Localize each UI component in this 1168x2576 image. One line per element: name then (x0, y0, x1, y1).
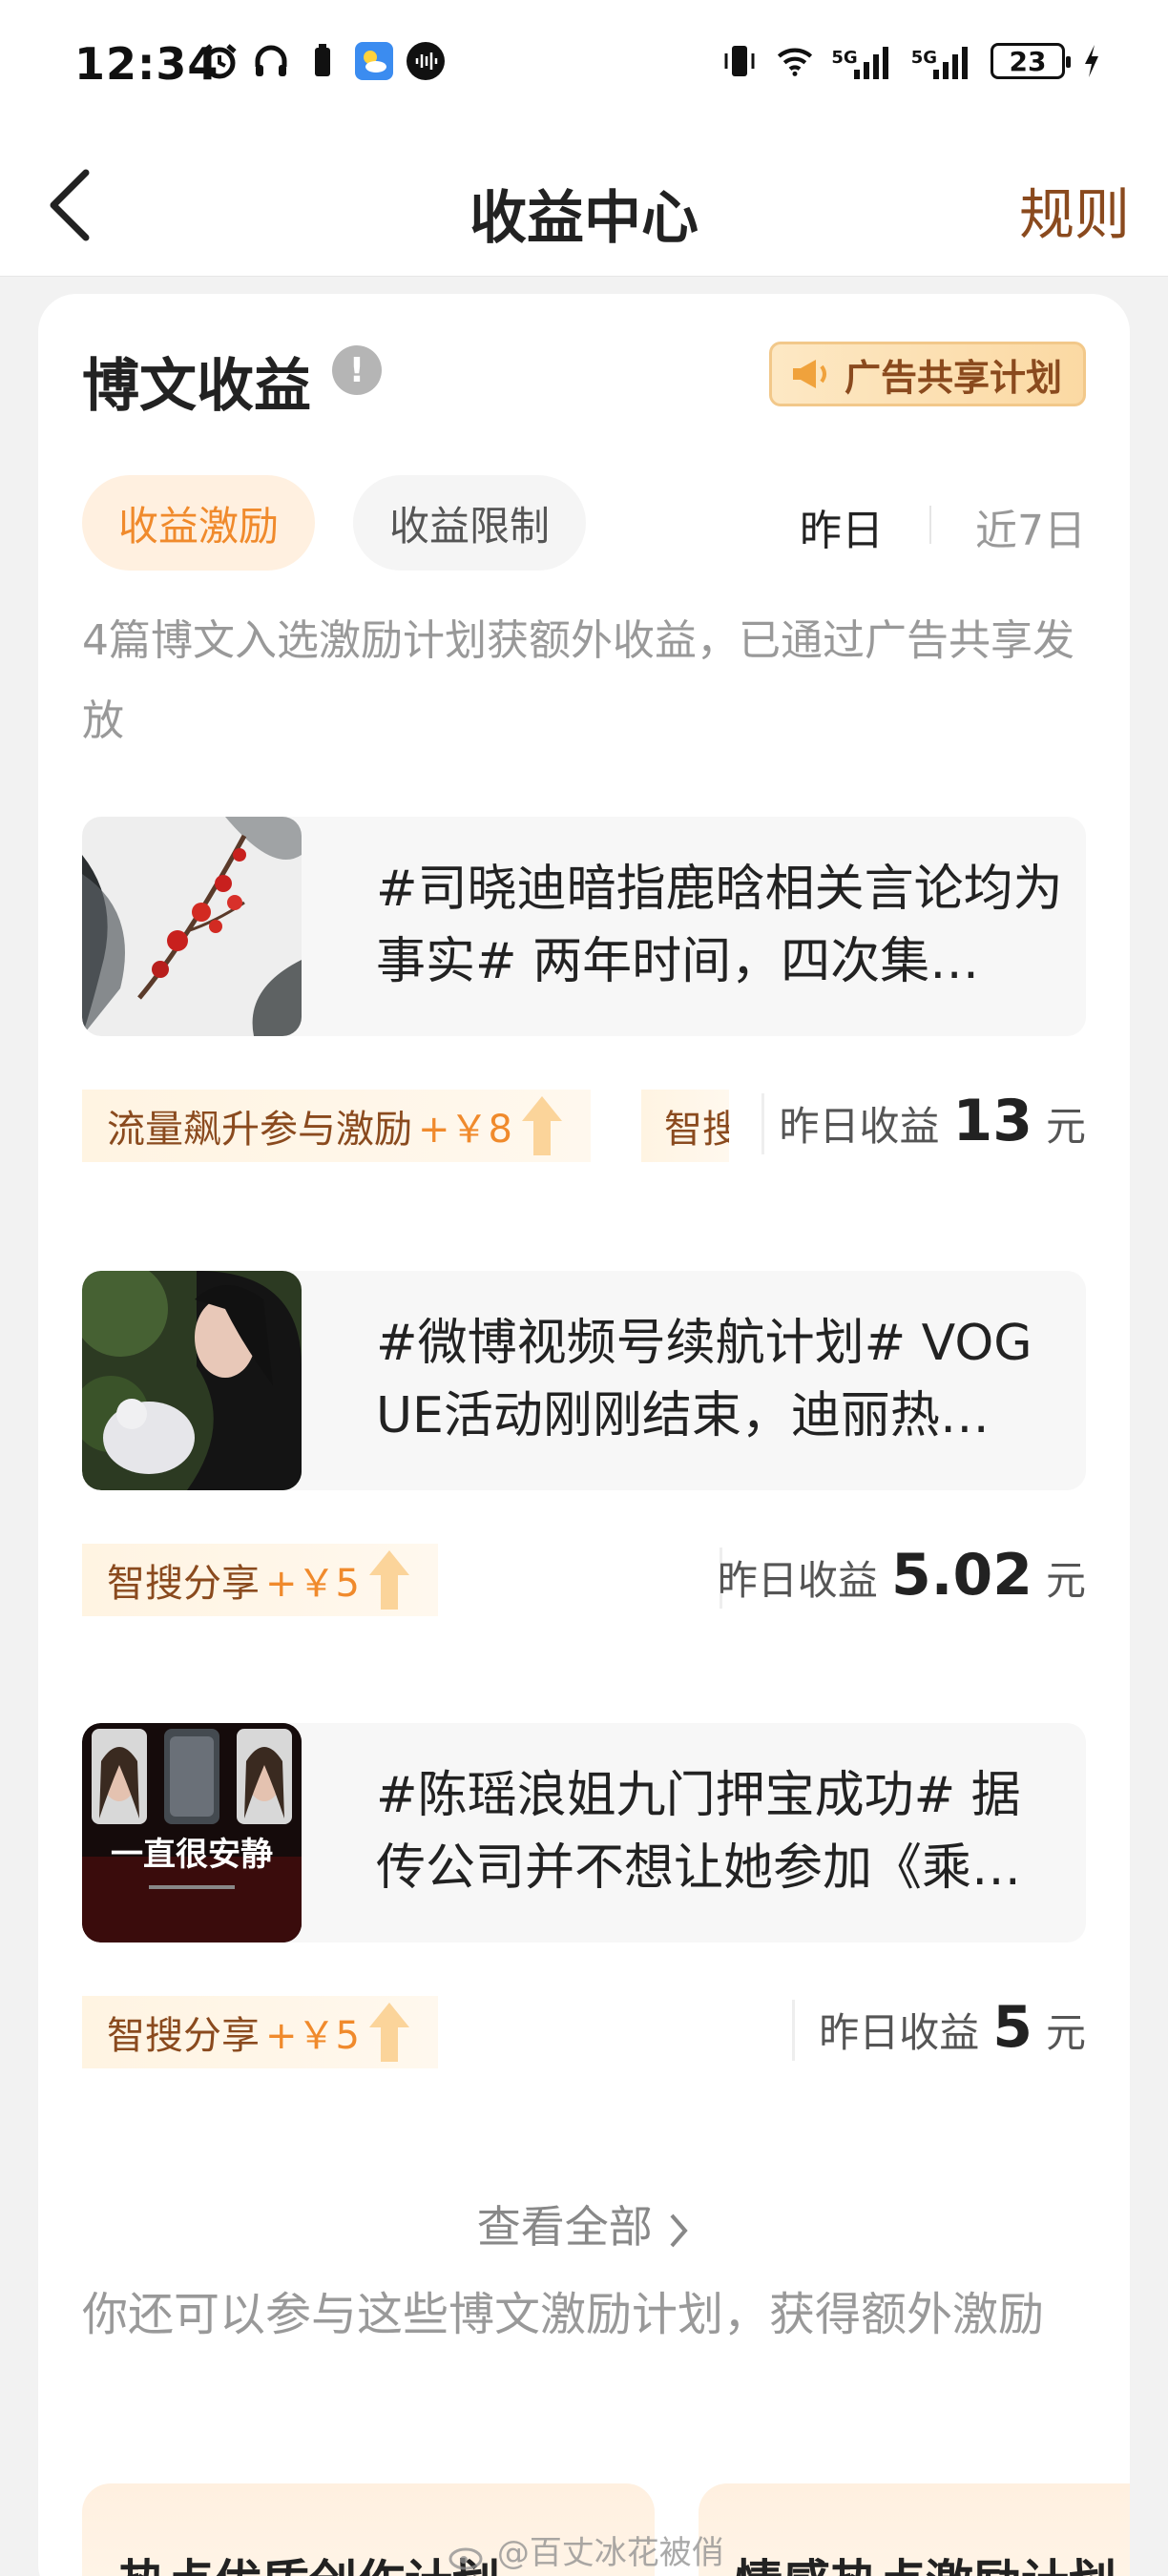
view-all-label: 查看全部 (476, 2201, 653, 2253)
incentive-tag: 智搜 (641, 1090, 729, 1162)
post-text: #司晓迪暗指鹿晗相关言论均为事实# 两年时间，四次集… (376, 861, 1063, 990)
earn-label: 昨日收益 (819, 2009, 980, 2056)
plan-label: 情感热点激励计划 (735, 2555, 1116, 2576)
voice-icon (407, 42, 445, 80)
earn-amount: 5 (992, 1994, 1032, 2061)
rules-link[interactable]: 规则 (1019, 170, 1130, 250)
page-title: 收益中心 (469, 185, 699, 252)
arrow-up-icon (368, 2003, 409, 2062)
watermark: @百丈冰花被俏 (448, 2526, 724, 2573)
post-row[interactable]: #微博视频号续航计划# VOGUE活动刚刚结束，迪丽热… (82, 1271, 1086, 1490)
signal-5g-icon: 5G (911, 43, 973, 79)
signal-5g-icon: 5G (831, 43, 893, 79)
post-thumbnail (82, 1271, 302, 1490)
tag-name: 智搜分享 (107, 1562, 260, 1606)
yesterday-earnings: 昨日收益 13 元 (779, 1088, 1086, 1154)
period-yesterday[interactable]: 昨日 (800, 496, 884, 557)
post-text: #微博视频号续航计划# VOGUE活动刚刚结束，迪丽热… (376, 1315, 1032, 1444)
earnings-card: 博文收益 ! 广告共享计划 收益激励 收益限制 昨日 近7日 4篇博文入选激励计… (38, 294, 1130, 2576)
charging-icon (1082, 42, 1101, 80)
tag-name: 流量飙升参与激励 (107, 1108, 412, 1152)
tab-earnings-limit[interactable]: 收益限制 (353, 475, 587, 571)
tag-name: 智搜分享 (107, 2014, 260, 2058)
incentive-tag: 流量飙升参与激励 +￥8 (82, 1090, 591, 1162)
vibrate-icon (720, 42, 759, 80)
earn-unit: 元 (1045, 1103, 1086, 1150)
earn-unit: 元 (1045, 2009, 1086, 2056)
post-thumbnail: 一直很安静 (82, 1723, 302, 1942)
view-all-link[interactable]: 查看全部 (38, 2192, 1130, 2255)
yesterday-earnings: 昨日收益 5 元 (819, 1994, 1086, 2061)
divider (792, 2000, 795, 2061)
tab-earnings-incentive[interactable]: 收益激励 (82, 475, 316, 571)
ad-plan-label: 广告共享计划 (844, 356, 1062, 399)
status-left-icons (200, 42, 445, 80)
earn-label: 昨日收益 (717, 1557, 878, 1604)
arrow-up-icon (521, 1096, 562, 1155)
incentive-tag: 智搜分享 +￥5 (82, 1544, 438, 1616)
incentive-notice: 4篇博文入选激励计划获额外收益，已通过广告共享发放 (82, 616, 1074, 745)
divider (761, 1093, 764, 1154)
alarm-icon (200, 42, 239, 80)
post-row[interactable]: 一直很安静 #陈瑶浪姐九门押宝成功# 据传公司并不想让她参加《乘… (82, 1723, 1086, 1942)
chevron-right-icon (670, 2213, 688, 2247)
signal-label: 5G (831, 48, 858, 68)
tag-amount: +￥5 (265, 1562, 360, 1606)
yesterday-earnings: 昨日收益 5.02 元 (718, 1542, 1086, 1609)
incentive-tag: 智搜分享 +￥5 (82, 1996, 438, 2068)
status-time: 12:34 (74, 38, 219, 90)
ad-plan-badge[interactable]: 广告共享计划 (768, 342, 1086, 406)
earn-amount: 13 (952, 1088, 1032, 1154)
earn-amount: 5.02 (890, 1542, 1032, 1609)
earn-unit: 元 (1045, 1557, 1086, 1604)
card-title: 博文收益 (82, 353, 311, 420)
tag-amount: +￥5 (265, 2014, 360, 2058)
status-right-icons: 5G 5G 23 (720, 42, 1101, 80)
more-plans-notice: 你还可以参与这些博文激励计划，获得额外激励 (82, 2288, 1045, 2341)
wifi-icon (776, 42, 814, 80)
earn-label: 昨日收益 (779, 1103, 940, 1150)
battery-icon: 23 (991, 43, 1071, 79)
tag-amount: +￥8 (418, 1108, 512, 1152)
tag-name: 智搜 (664, 1108, 729, 1152)
thumbnail-caption: 一直很安静 (111, 1836, 273, 1874)
post-thumbnail (82, 817, 302, 1036)
headphones-icon (252, 42, 290, 80)
header-bar: 收益中心 规则 (0, 134, 1168, 277)
plan-card[interactable]: 情感热点激励计划 (699, 2483, 1130, 2576)
post-row[interactable]: #司晓迪暗指鹿晗相关言论均为事实# 两年时间，四次集… (82, 817, 1086, 1036)
arrow-up-icon (368, 1550, 409, 1610)
period-divider (929, 506, 931, 544)
info-icon[interactable]: ! (332, 345, 382, 395)
watermark-text: @百丈冰花被俏 (496, 2534, 724, 2572)
weather-icon (355, 42, 393, 80)
battery-level: 23 (1009, 45, 1047, 77)
signal-label: 5G (910, 48, 937, 68)
weibo-logo-icon (448, 2547, 483, 2569)
post-text: #陈瑶浪姐九门押宝成功# 据传公司并不想让她参加《乘… (376, 1767, 1022, 1897)
period-7-days[interactable]: 近7日 (975, 496, 1086, 557)
status-bar: 12:34 5G 5G 23 (0, 0, 1168, 134)
megaphone-icon (792, 360, 826, 388)
battery-small-icon (303, 42, 342, 80)
plan-label: 热点优质创作计划 (118, 2555, 500, 2576)
